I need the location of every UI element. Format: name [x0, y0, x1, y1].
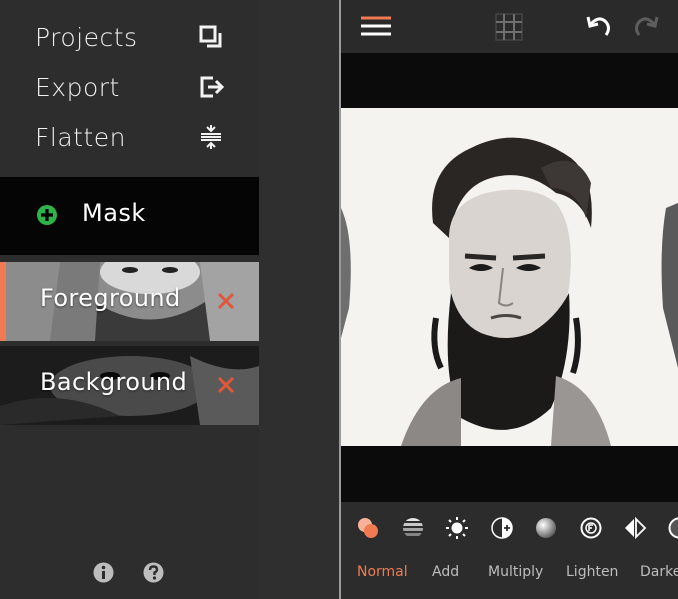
panel-gap: [259, 0, 339, 599]
menu-item-projects[interactable]: Projects: [0, 12, 259, 62]
menu-item-flatten[interactable]: Flatten: [0, 112, 259, 162]
multiply-blend-icon[interactable]: [445, 516, 469, 540]
add-blend-icon[interactable]: [401, 516, 425, 540]
menu-item-export[interactable]: Export: [0, 62, 259, 112]
layers-sidebar: Projects Export Flatten Mask Foreground …: [0, 0, 259, 599]
overlay-blend-icon[interactable]: [579, 516, 603, 540]
blend-label-add[interactable]: Add: [432, 564, 459, 580]
selected-layer-indicator: [0, 262, 6, 341]
blend-label-darken[interactable]: Darke: [640, 564, 678, 580]
add-mask-button[interactable]: Mask: [0, 177, 259, 255]
info-icon[interactable]: [93, 562, 114, 583]
flatten-icon: [201, 125, 221, 149]
close-icon[interactable]: [215, 290, 237, 312]
blend-label-lighten[interactable]: Lighten: [566, 564, 618, 580]
menu-item-label: Export: [35, 72, 120, 102]
mask-label: Mask: [82, 199, 146, 227]
layer-item-foreground[interactable]: Foreground: [0, 262, 259, 341]
grid-icon[interactable]: [494, 12, 524, 42]
help-icon[interactable]: [143, 562, 164, 583]
canvas-padding-bottom: [341, 446, 678, 502]
canvas-image[interactable]: [341, 108, 678, 446]
layer-label: Foreground: [40, 284, 181, 312]
layer-label: Background: [40, 368, 188, 396]
blend-label-multiply[interactable]: Multiply: [488, 564, 543, 580]
projects-icon: [199, 25, 222, 48]
normal-blend-icon[interactable]: [356, 516, 380, 540]
difference-blend-icon[interactable]: [623, 516, 647, 540]
blend-label-normal[interactable]: Normal: [357, 564, 408, 580]
portrait-photo: [341, 108, 678, 446]
editor-toolbar: [341, 0, 678, 53]
export-icon: [200, 76, 224, 98]
blend-mode-bar: Normal Add Multiply Lighten Darke: [341, 502, 678, 599]
screen-blend-icon[interactable]: [667, 516, 678, 540]
menu-item-label: Flatten: [35, 122, 126, 152]
menu-icon[interactable]: [361, 12, 391, 42]
darken-blend-icon[interactable]: [534, 516, 558, 540]
close-icon[interactable]: [215, 374, 237, 396]
redo-icon[interactable]: [631, 12, 661, 42]
add-circle-icon: [37, 205, 57, 225]
editor-panel: Normal Add Multiply Lighten Darke: [341, 0, 678, 599]
lighten-blend-icon[interactable]: [490, 516, 514, 540]
undo-icon[interactable]: [584, 12, 614, 42]
menu-item-label: Projects: [35, 22, 138, 52]
layer-item-background[interactable]: Background: [0, 346, 259, 425]
canvas-padding-top: [341, 53, 678, 108]
